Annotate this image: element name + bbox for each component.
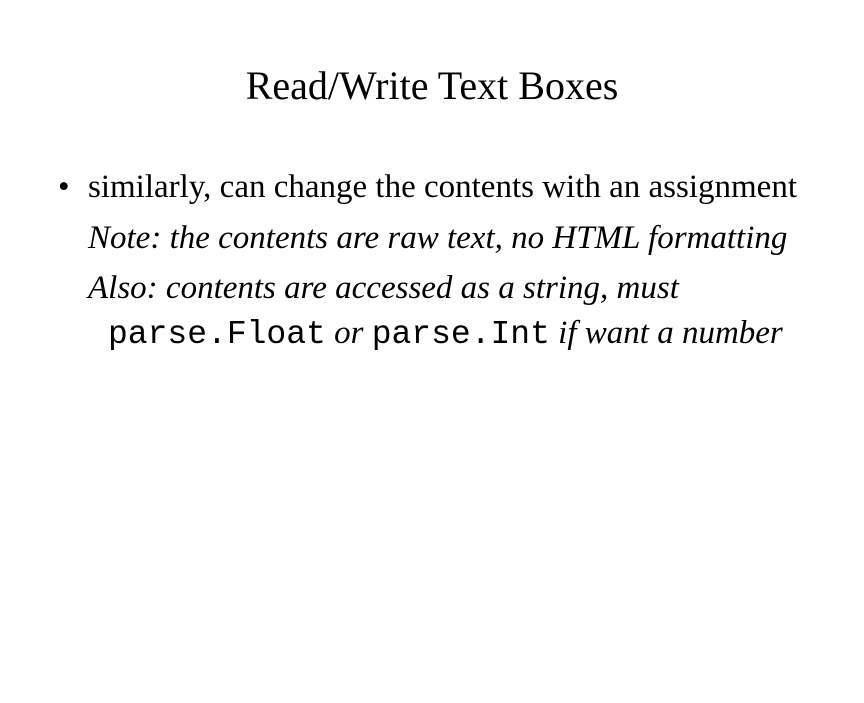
note-text: the contents are raw text, no HTML forma… bbox=[161, 220, 787, 256]
slide-title: Read/Write Text Boxes bbox=[0, 62, 864, 109]
also-post: if want a number bbox=[550, 315, 783, 351]
bullet-item: • similarly, can change the contents wit… bbox=[58, 165, 814, 210]
slide: Read/Write Text Boxes • similarly, can c… bbox=[0, 0, 864, 703]
code-parseint: parse.Int bbox=[372, 316, 550, 353]
note-line: Note: the contents are raw text, no HTML… bbox=[88, 216, 814, 261]
code-parsefloat: parse.Float bbox=[108, 316, 326, 353]
also-mid: or bbox=[326, 315, 372, 351]
note-label: Note: bbox=[88, 220, 161, 256]
also-pre: contents are accessed as a string, must bbox=[158, 270, 679, 306]
also-line: Also: contents are accessed as a string,… bbox=[88, 266, 814, 357]
also-label: Also: bbox=[88, 270, 158, 306]
slide-body: • similarly, can change the contents wit… bbox=[58, 165, 814, 357]
bullet-marker: • bbox=[58, 165, 88, 210]
bullet-text: similarly, can change the contents with … bbox=[88, 165, 814, 210]
